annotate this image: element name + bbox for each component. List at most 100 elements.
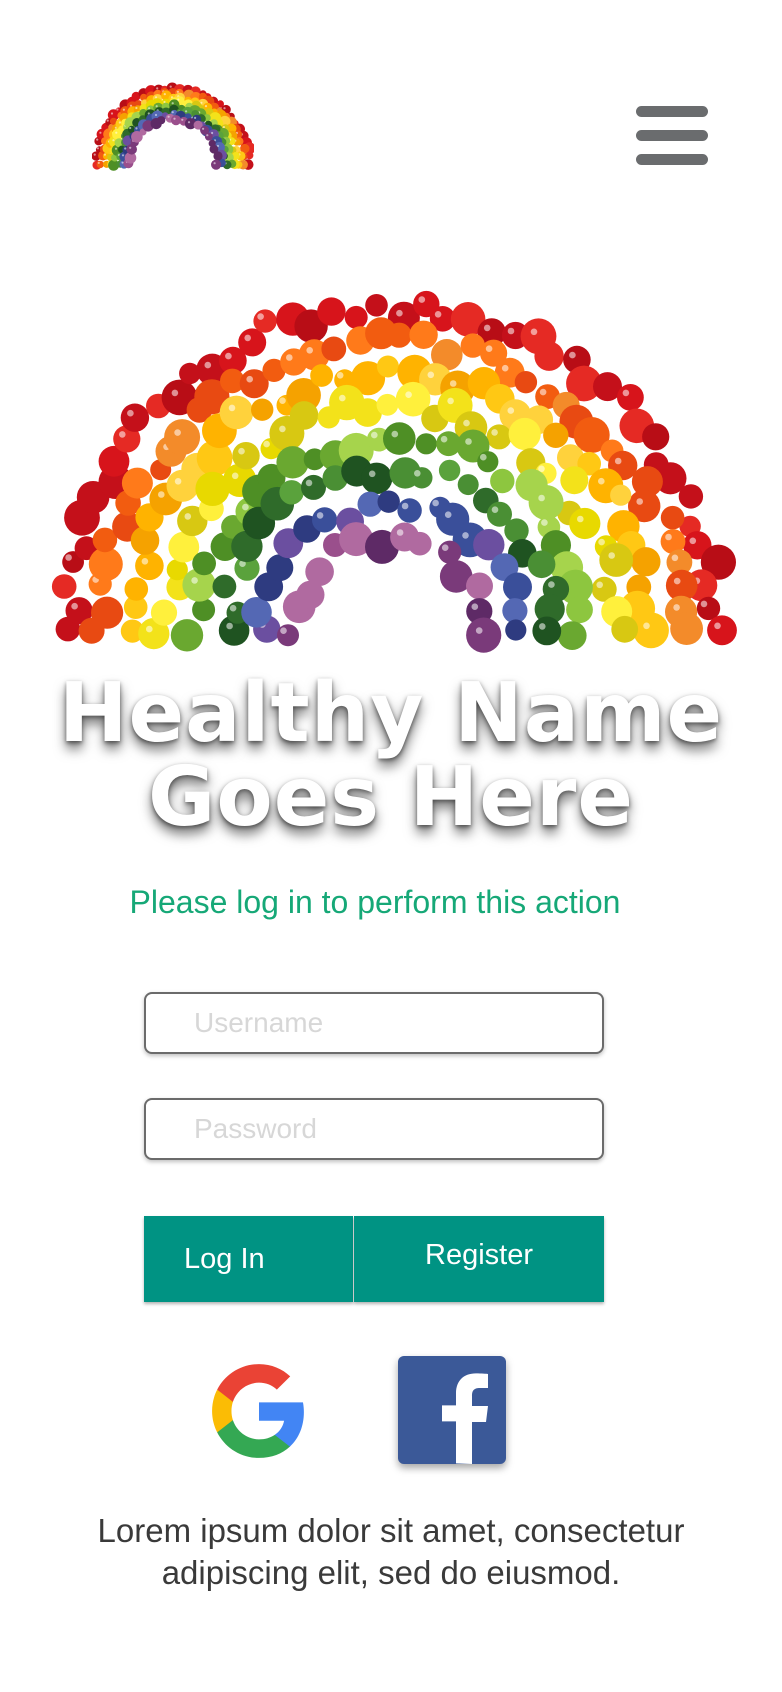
produce-highlight — [121, 154, 125, 157]
produce-highlight — [636, 498, 643, 505]
produce-dot — [505, 619, 527, 641]
produce-highlight — [336, 372, 344, 379]
produce-highlight — [280, 627, 287, 634]
produce-highlight — [483, 324, 491, 332]
produce-dot — [266, 554, 294, 582]
produce-dot — [490, 468, 515, 494]
produce-dot — [238, 328, 267, 357]
login-button[interactable]: Log In — [144, 1216, 353, 1302]
produce-dot — [279, 480, 304, 505]
google-g-icon[interactable] — [208, 1360, 310, 1462]
produce-highlight — [154, 96, 158, 99]
produce-dot — [560, 466, 589, 495]
produce-dot — [277, 624, 299, 647]
produce-dot — [504, 518, 529, 543]
produce-highlight — [441, 544, 449, 551]
produce-highlight — [71, 602, 78, 610]
produce-highlight — [181, 118, 184, 121]
register-button[interactable]: Register — [354, 1216, 604, 1302]
produce-highlight — [673, 604, 680, 611]
produce-highlight — [106, 119, 109, 122]
produce-highlight — [480, 453, 487, 461]
username-input[interactable] — [144, 992, 604, 1054]
hero-rainbow-image — [51, 290, 737, 653]
produce-highlight — [163, 93, 166, 96]
produce-highlight — [238, 447, 245, 455]
produce-highlight — [167, 115, 170, 118]
produce-dot — [527, 550, 556, 579]
produce-highlight — [194, 116, 197, 119]
produce-highlight — [316, 512, 324, 519]
produce-highlight — [440, 435, 448, 443]
produce-highlight — [391, 430, 399, 438]
produce-dot — [534, 341, 564, 371]
produce-highlight — [141, 558, 149, 565]
produce-highlight — [242, 503, 249, 511]
produce-highlight — [213, 162, 216, 165]
produce-dot — [192, 551, 217, 576]
produce-highlight — [569, 351, 576, 359]
produce-highlight — [577, 515, 584, 523]
produce-dot — [670, 612, 703, 645]
produce-dot — [305, 557, 334, 586]
produce-dot — [253, 309, 277, 333]
produce-highlight — [228, 404, 236, 412]
produce-highlight — [401, 502, 409, 510]
facebook-button[interactable] — [398, 1356, 506, 1464]
produce-dot — [660, 505, 685, 530]
produce-highlight — [206, 134, 209, 137]
hamburger-menu-icon[interactable] — [632, 104, 712, 168]
produce-highlight — [286, 354, 293, 361]
produce-dot — [157, 116, 166, 125]
produce-dot — [678, 484, 704, 509]
produce-highlight — [154, 113, 158, 117]
produce-highlight — [501, 364, 509, 372]
produce-dot — [164, 419, 201, 456]
produce-highlight — [146, 625, 153, 633]
password-input[interactable] — [144, 1098, 604, 1160]
produce-dot — [566, 596, 593, 624]
produce-highlight — [427, 371, 435, 379]
produce-highlight — [129, 146, 132, 149]
produce-highlight — [471, 603, 479, 610]
produce-highlight — [118, 121, 121, 124]
produce-highlight — [339, 394, 346, 402]
produce-highlight — [65, 554, 72, 561]
produce-dot — [135, 551, 164, 581]
produce-highlight — [223, 107, 226, 110]
produce-highlight — [305, 479, 313, 487]
produce-highlight — [541, 519, 548, 526]
produce-dot — [386, 322, 412, 348]
produce-dot — [91, 596, 124, 629]
produce-dot — [707, 615, 737, 646]
produce-highlight — [418, 296, 426, 303]
produce-highlight — [548, 581, 555, 588]
produce-highlight — [229, 604, 237, 612]
produce-dot — [409, 320, 438, 349]
produce-highlight — [434, 311, 442, 318]
produce-dot — [317, 297, 346, 326]
produce-dot — [477, 451, 499, 473]
produce-highlight — [447, 397, 454, 405]
produce-dot — [192, 598, 216, 622]
produce-highlight — [463, 419, 470, 427]
produce-dot — [532, 616, 562, 646]
produce-highlight — [119, 431, 126, 438]
facebook-f-icon — [442, 1373, 488, 1464]
produce-highlight — [135, 106, 138, 110]
produce-highlight — [135, 127, 138, 130]
produce-highlight — [643, 622, 650, 630]
produce-highlight — [158, 491, 165, 498]
produce-highlight — [507, 407, 515, 414]
produce-highlight — [538, 494, 545, 502]
produce-dot — [438, 459, 461, 482]
page-title: Healthy Name Goes Here — [58, 666, 724, 845]
produce-dot — [415, 433, 437, 455]
produce-dot — [503, 572, 532, 602]
produce-highlight — [671, 554, 679, 562]
produce-highlight — [124, 147, 127, 150]
produce-dot — [213, 151, 223, 161]
produce-highlight — [97, 161, 100, 164]
produce-dot — [543, 422, 569, 448]
produce-highlight — [244, 334, 251, 342]
